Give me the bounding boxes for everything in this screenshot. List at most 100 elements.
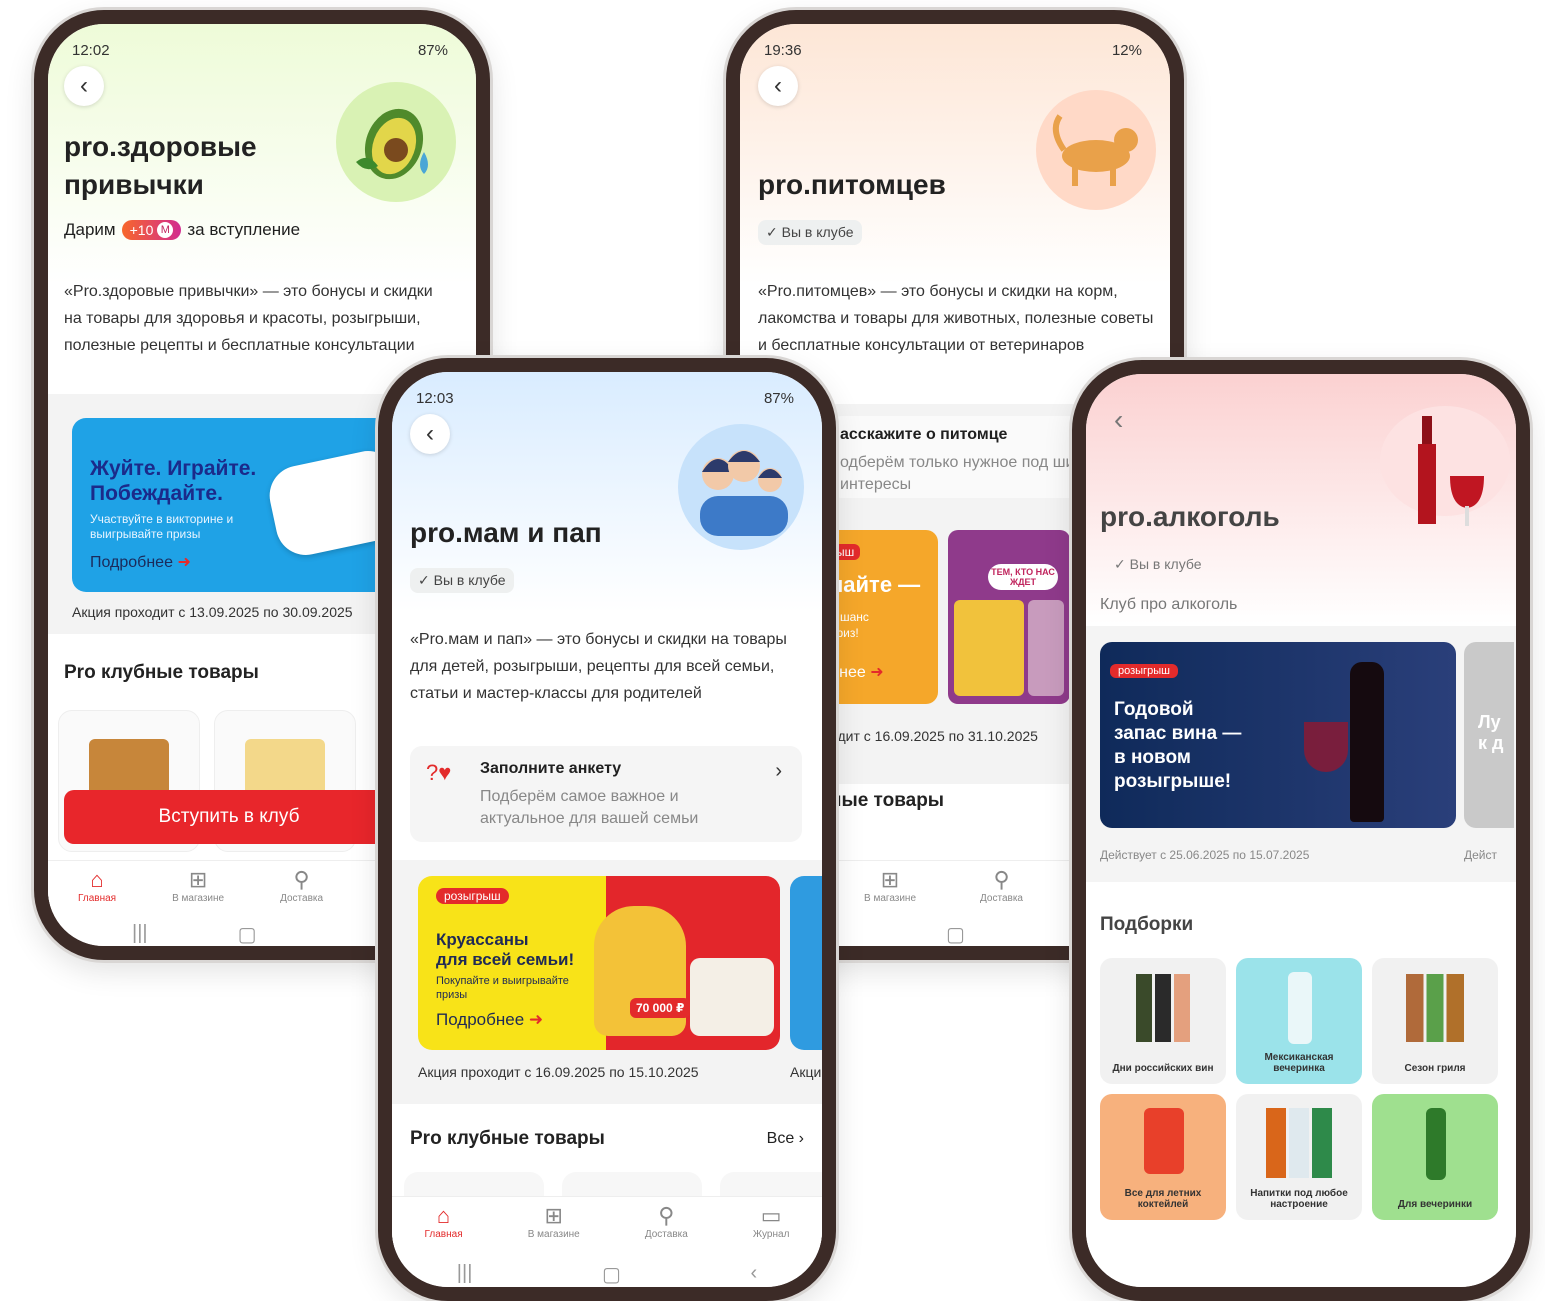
tab-delivery[interactable]: ⚲ Доставка xyxy=(645,1197,688,1251)
promo-title: пайте — xyxy=(830,572,921,597)
join-club-button[interactable]: Вступить в клуб xyxy=(64,790,394,844)
home-icon: ⌂ xyxy=(90,867,104,892)
survey-card[interactable]: ?♥ Заполните анкету Подберём самое важно… xyxy=(410,746,802,842)
promo-title-line-4: розыгрыше! xyxy=(1114,771,1232,792)
title-line-1: pro.здоровые xyxy=(64,131,257,162)
status-time: 19:36 xyxy=(764,42,802,59)
back-button[interactable]: ‹ xyxy=(64,66,104,106)
tab-in-store[interactable]: ⊞ В магазине xyxy=(864,861,916,913)
scooter-icon: ⚲ xyxy=(658,1203,675,1228)
collection-card[interactable]: Мексиканская вечеринка xyxy=(1236,958,1362,1084)
recent-apps-icon[interactable]: ||| xyxy=(457,1262,473,1287)
tab-delivery[interactable]: ⚲ Доставка xyxy=(280,861,323,913)
collection-label: Для вечеринки xyxy=(1397,1199,1473,1210)
dog-image xyxy=(954,600,1024,696)
spirits-bottles-image xyxy=(1266,1108,1332,1178)
collection-label: Напитки под любое настроение xyxy=(1250,1188,1348,1210)
recent-apps-icon[interactable]: ||| xyxy=(132,922,148,946)
survey-title: Заполните анкету xyxy=(480,760,622,777)
prize-amount: 70 000 ₽ xyxy=(636,1001,685,1015)
survey-subtitle: одберём только нужное под ши интересы xyxy=(840,454,1075,493)
back-button[interactable]: ‹ xyxy=(1114,404,1123,436)
arrow-right-icon: ➜ xyxy=(870,664,884,681)
promo-more-label: Подробнее xyxy=(436,1010,525,1029)
promo-caption: Акция проходит с 16.09.2025 по 15.10.202… xyxy=(418,1064,699,1080)
tab-delivery[interactable]: ⚲ Доставка xyxy=(980,861,1023,913)
collection-card[interactable]: Все для летних коктейлей xyxy=(1100,1094,1226,1220)
see-all-label: Все xyxy=(766,1130,795,1147)
promo-banner-next[interactable] xyxy=(790,876,822,1050)
promo-caption-next: Акци xyxy=(790,1064,822,1080)
collection-label: Дни российских вин xyxy=(1112,1063,1214,1074)
tab-in-store-label: В магазине xyxy=(527,1229,580,1240)
promo-more-link[interactable]: Подробнее ➜ xyxy=(436,1010,543,1030)
tab-journal[interactable]: ▭ Журнал xyxy=(753,1197,790,1251)
collection-card[interactable]: Сезон гриля xyxy=(1372,958,1498,1084)
chevron-right-icon: › xyxy=(775,760,782,782)
page-title: pro.питомцев xyxy=(758,169,946,200)
scooter-icon: ⚲ xyxy=(293,867,310,892)
promo-banner[interactable]: розыгрыш Годовой запас вина — в новом ро… xyxy=(1100,642,1456,828)
promo-more-link[interactable]: Подробнее ➜ xyxy=(90,552,191,572)
grid-icon: ⊞ xyxy=(880,867,900,892)
bonus-badge: +10 М xyxy=(121,220,182,240)
family-icon xyxy=(678,424,804,550)
home-button-icon[interactable]: ▢ xyxy=(946,922,965,946)
member-badge-label: Вы в клубе xyxy=(1129,556,1202,572)
status-bar: 19:36 12% xyxy=(764,42,1142,59)
battery-level: 87% xyxy=(417,42,448,59)
section-title: Подборки xyxy=(1100,914,1194,935)
promo-banner[interactable]: розыгрыш Круассаны для всей семьи! Покуп… xyxy=(418,876,780,1050)
collection-card[interactable]: Дни российских вин xyxy=(1100,958,1226,1084)
chevron-left-icon: ‹ xyxy=(1114,404,1124,435)
promo-title-line-2: для всей семьи! xyxy=(436,950,575,969)
status-time: 12:02 xyxy=(72,42,110,59)
promo-subtitle: Участвуйте в викторине и выигрывайте при… xyxy=(90,512,234,541)
club-description: «Pro.питомцев» — это бонусы и скидки на … xyxy=(758,283,1154,354)
promo-banner-next[interactable]: Лу к д xyxy=(1464,642,1514,828)
system-nav-bar: ||| ▢ ‹ xyxy=(392,1262,822,1287)
back-button[interactable]: ‹ xyxy=(410,414,450,454)
collection-card[interactable]: Напитки под любое настроение xyxy=(1236,1094,1362,1220)
coin-icon: М xyxy=(157,222,174,238)
home-button-icon[interactable]: ▢ xyxy=(602,1262,621,1287)
tab-journal-label: Журнал xyxy=(752,1229,790,1240)
promo-banner[interactable]: Жуйте. Играйте. Побеждайте. Участвуйте в… xyxy=(72,418,412,592)
member-badge: ✓ Вы в клубе xyxy=(410,568,514,593)
collection-card[interactable]: Для вечеринки xyxy=(1372,1094,1498,1220)
check-icon: ✓ xyxy=(766,224,778,240)
cat-icon xyxy=(1036,90,1156,210)
tab-home[interactable]: ⌂ Главная xyxy=(78,861,116,913)
tab-bar: ⌂ Главная ⊞ В магазине ⚲ Доставка ▭ Журнал xyxy=(392,1196,822,1251)
chevron-left-icon: ‹ xyxy=(774,72,782,99)
promo-title-line-1: Годовой xyxy=(1114,699,1194,720)
collection-label: Мексиканская вечеринка xyxy=(1264,1052,1334,1074)
scooter-icon: ⚲ xyxy=(993,867,1010,892)
back-nav-icon[interactable]: ‹ xyxy=(751,1262,758,1287)
back-button[interactable]: ‹ xyxy=(758,66,798,106)
promo-more-label: Подробнее xyxy=(90,554,173,571)
promo-title-line-2: запас вина — xyxy=(1114,723,1242,744)
tequila-bottle-image xyxy=(1288,972,1312,1044)
collection-label: Все для летних коктейлей xyxy=(1124,1188,1202,1210)
wine-glass-image xyxy=(1304,722,1348,772)
phone-parents: 12:03 87% ‹ pro.мам и пап ✓ Вы в клубе «… xyxy=(378,358,836,1301)
promo-tagline: ТЕМ, КТО НАС ЖДЕТ xyxy=(988,564,1058,590)
promo-more-link[interactable]: бнее ➜ xyxy=(830,662,884,682)
survey-subtitle: Подберём самое важное и актуальное для в… xyxy=(480,788,699,827)
chevron-left-icon: ‹ xyxy=(426,420,434,447)
wine-bottle-image xyxy=(1350,662,1384,822)
tab-in-store[interactable]: ⊞ В магазине xyxy=(172,861,224,913)
check-icon: ✓ xyxy=(1114,556,1126,572)
croissant-pack-image xyxy=(690,958,774,1036)
tab-home[interactable]: ⌂ Главная xyxy=(425,1197,463,1251)
see-all-link[interactable]: Все › xyxy=(767,1130,804,1148)
tab-in-store[interactable]: ⊞ В магазине xyxy=(528,1197,580,1251)
bonus-value: +10 xyxy=(129,222,154,238)
promo-title-line-1: Жуйте. Играйте. xyxy=(90,457,257,480)
book-icon: ▭ xyxy=(760,1203,782,1228)
status-time: 12:03 xyxy=(416,390,454,407)
section-title: ные товары xyxy=(830,790,945,811)
promo-banner[interactable]: ыш пайте — е шанс приз! бнее ➜ xyxy=(830,530,938,704)
home-button-icon[interactable]: ▢ xyxy=(238,922,257,946)
